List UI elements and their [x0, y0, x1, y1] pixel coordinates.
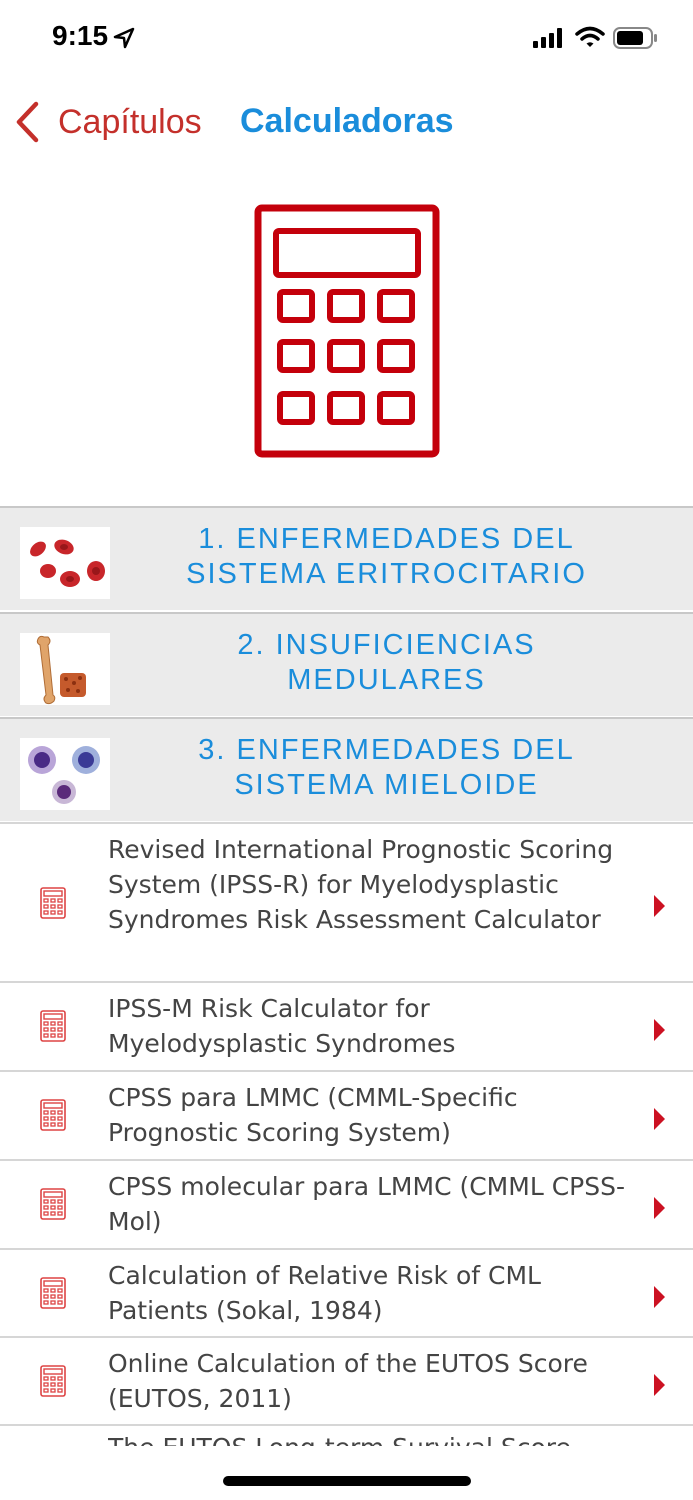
section-header-eritrocitario[interactable]: 1. ENFERMEDADES DEL SISTEMA ERITROCITARI…: [0, 506, 693, 610]
page-title: Calculadoras: [240, 102, 454, 140]
calculator-icon: [40, 1188, 66, 1220]
section-thumbnail: [20, 527, 110, 599]
calculator-row-ipss-r[interactable]: Revised International Prognostic Scoring…: [0, 822, 693, 982]
section-header-mieloide[interactable]: 3. ENFERMEDADES DEL SISTEMA MIELOIDE: [0, 717, 693, 821]
status-bar: 9:15: [0, 0, 693, 78]
screen: 9:15 Capítulos Calculadoras 1. ENFERMEDA…: [0, 0, 693, 1500]
calculator-row-cpss[interactable]: CPSS para LMMC (CMML-Specific Prognostic…: [0, 1070, 693, 1160]
calculator-row-sokal[interactable]: Calculation of Relative Risk of CML Pati…: [0, 1248, 693, 1338]
row-label: The EUTOS Long-term Survival Score: [108, 1432, 571, 1446]
section-thumbnail: [20, 633, 110, 705]
disclosure-arrow-icon: [654, 1286, 665, 1308]
calculator-icon: [40, 887, 66, 919]
section-title: 1. ENFERMEDADES DEL SISTEMA ERITROCITARI…: [186, 523, 587, 590]
bottom-safe-area: [0, 1446, 693, 1500]
calculator-icon: [254, 204, 440, 458]
calculator-icon: [40, 1010, 66, 1042]
myeloid-cells-icon: [28, 746, 100, 804]
status-time: 9:15: [52, 20, 109, 51]
row-label: IPSS-M Risk Calculator for Myelodysplast…: [108, 994, 456, 1058]
calculator-row-eutos-lts[interactable]: The EUTOS Long-term Survival Score: [0, 1424, 693, 1500]
calculator-row-cpss-mol[interactable]: CPSS molecular para LMMC (CMML CPSS-Mol): [0, 1159, 693, 1249]
row-label: Revised International Prognostic Scoring…: [108, 835, 614, 934]
section-header-medulares[interactable]: 2. INSUFICIENCIAS MEDULARES: [0, 612, 693, 716]
disclosure-arrow-icon: [654, 895, 665, 917]
back-label: Capítulos: [58, 102, 202, 141]
row-label: Calculation of Relative Risk of CML Pati…: [108, 1261, 541, 1325]
bone-marrow-icon: [36, 635, 86, 705]
disclosure-arrow-icon: [654, 1197, 665, 1219]
disclosure-arrow-icon: [654, 1374, 665, 1396]
calculator-icon: [40, 1365, 66, 1397]
disclosure-arrow-icon: [654, 1019, 665, 1041]
calculator-icon: [40, 1099, 66, 1131]
red-blood-cells-icon: [30, 539, 105, 587]
disclosure-arrow-icon: [654, 1108, 665, 1130]
battery-icon: [613, 27, 657, 49]
wifi-icon: [575, 26, 605, 47]
row-label: CPSS molecular para LMMC (CMML CPSS-Mol): [108, 1172, 625, 1236]
back-button[interactable]: Capítulos: [14, 98, 202, 146]
location-arrow-icon: [113, 27, 135, 49]
nav-bar: Capítulos Calculadoras: [0, 90, 693, 154]
section-thumbnail: [20, 738, 110, 810]
section-title: 3. ENFERMEDADES DEL SISTEMA MIELOIDE: [198, 734, 575, 801]
row-label: CPSS para LMMC (CMML-Specific Prognostic…: [108, 1083, 518, 1147]
chevron-left-icon: [16, 101, 39, 143]
calculator-icon: [40, 1277, 66, 1309]
row-label: Online Calculation of the EUTOS Score (E…: [108, 1349, 588, 1413]
section-title: 2. INSUFICIENCIAS MEDULARES: [237, 629, 536, 696]
home-indicator[interactable]: [223, 1476, 471, 1486]
calculator-row-eutos[interactable]: Online Calculation of the EUTOS Score (E…: [0, 1336, 693, 1426]
cellular-signal-icon: [533, 28, 562, 48]
calculator-row-ipss-m[interactable]: IPSS-M Risk Calculator for Myelodysplast…: [0, 981, 693, 1071]
